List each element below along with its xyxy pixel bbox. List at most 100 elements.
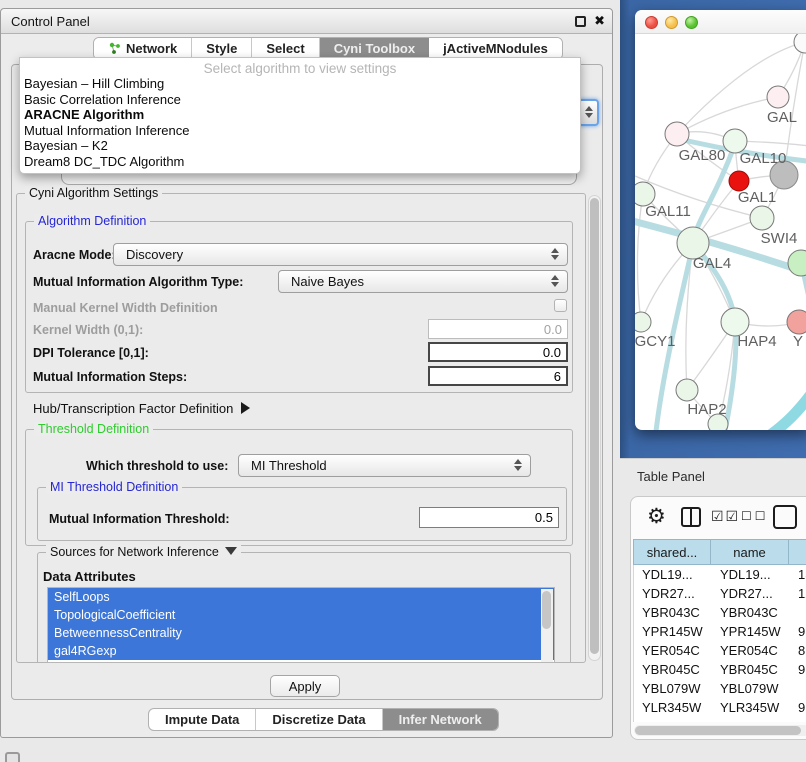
app-root: GAL GAL80 GAL10 GAL1 GAL11 SWI4 GAL4 GCY… — [0, 0, 806, 762]
zoom-traffic-light-icon[interactable] — [685, 16, 698, 29]
deselect-checkboxes-icon[interactable]: ☐☐ — [741, 509, 769, 523]
taskbar-cut-icon[interactable] — [5, 752, 20, 762]
label-gal80: GAL80 — [679, 147, 726, 164]
kernel-width-input[interactable] — [428, 319, 568, 339]
node-gal80[interactable] — [665, 122, 689, 146]
network-graph-canvas[interactable]: GAL GAL80 GAL10 GAL1 GAL11 SWI4 GAL4 GCY… — [635, 34, 806, 430]
which-threshold-select[interactable]: MI Threshold — [238, 454, 531, 477]
network-view-window[interactable]: GAL GAL80 GAL10 GAL1 GAL11 SWI4 GAL4 GCY… — [635, 10, 806, 430]
node-hap4[interactable] — [721, 308, 749, 336]
dpi-tolerance-input[interactable] — [428, 342, 568, 362]
tab-style[interactable]: Style — [192, 38, 252, 59]
manual-kernel-width-checkbox[interactable] — [554, 299, 567, 312]
list-item-selected[interactable]: TopologicalCoefficient — [48, 606, 554, 624]
gear-icon[interactable]: ⚙ — [647, 503, 666, 531]
tab-network[interactable]: Network — [94, 38, 192, 59]
mi-algorithm-type-select[interactable]: Naive Bayes — [278, 270, 568, 293]
hub-transcription-section-toggle[interactable]: Hub/Transcription Factor Definition — [33, 401, 250, 416]
table-panel-title: Table Panel — [637, 469, 705, 484]
dpi-tolerance-label: DPI Tolerance [0,1]: — [33, 346, 149, 360]
data-attributes-list[interactable]: SelfLoops TopologicalCoefficient Between… — [47, 587, 555, 663]
select-all-checkboxes-icon[interactable]: ☑☑ — [711, 508, 740, 525]
table-panel: ⚙ ☑☑ ☐☐ shared... name A YDL19...YDL19..… — [630, 496, 806, 740]
columns-icon[interactable] — [681, 507, 701, 527]
list-vertical-scrollbar[interactable] — [541, 589, 553, 663]
label-gal10: GAL10 — [740, 150, 787, 167]
list-item-selected[interactable]: SelfLoops — [48, 588, 554, 606]
node-swi4[interactable] — [750, 206, 774, 230]
control-panel-titlebar: Control Panel ✖ — [1, 9, 612, 34]
table-row[interactable]: YPR145WYPR145W9. — [634, 622, 806, 641]
node-gcy1[interactable] — [635, 312, 651, 332]
dropdown-item[interactable]: Basic Correlation Inference — [20, 92, 580, 108]
sources-group-title[interactable]: Sources for Network Inference — [46, 545, 241, 559]
float-window-icon[interactable] — [575, 16, 586, 27]
label-hap2: HAP2 — [687, 401, 726, 418]
node-gal1[interactable] — [729, 171, 749, 191]
table-row[interactable]: YER054CYER054C8. — [634, 641, 806, 660]
table-row[interactable]: YIL052CYIL052C0 — [634, 717, 806, 722]
network-desktop-background: GAL GAL80 GAL10 GAL1 GAL11 SWI4 GAL4 GCY… — [620, 0, 806, 458]
column-header-name[interactable]: name — [711, 539, 789, 565]
label-hap4: HAP4 — [737, 333, 776, 350]
kernel-width-label: Kernel Width (0,1): — [33, 323, 143, 337]
settings-vertical-scrollbar[interactable] — [588, 195, 601, 661]
list-item-selected[interactable]: BetweennessCentrality — [48, 624, 554, 642]
scrollbar-thumb[interactable] — [635, 726, 801, 735]
mi-steps-input[interactable] — [428, 366, 568, 386]
apply-button[interactable]: Apply — [270, 675, 340, 697]
settings-group-title: Cyni Algorithm Settings — [25, 186, 162, 200]
tab-select[interactable]: Select — [252, 38, 319, 59]
table-row[interactable]: YDR27...YDR27...12 — [634, 584, 806, 603]
table-row[interactable]: YBR043CYBR043C — [634, 603, 806, 622]
combobox-arrows-icon — [551, 275, 559, 287]
combobox-arrows-icon — [551, 248, 559, 260]
table-toolbar: ⚙ ☑☑ ☐☐ — [631, 503, 806, 533]
column-header-shared-name[interactable]: shared... — [633, 539, 711, 565]
tab-cyni-toolbox[interactable]: Cyni Toolbox — [320, 38, 429, 59]
mi-steps-label: Mutual Information Steps: — [33, 370, 187, 384]
table-panel-titlebar: Table Panel — [620, 458, 806, 494]
close-traffic-light-icon[interactable] — [645, 16, 658, 29]
tab-jactivemnodules[interactable]: jActiveMNodules — [429, 38, 562, 59]
close-panel-icon[interactable]: ✖ — [594, 13, 605, 29]
label-gal11: GAL11 — [645, 203, 691, 220]
combobox-arrows-icon — [514, 459, 522, 471]
mi-threshold-label: Mutual Information Threshold: — [49, 512, 230, 526]
dropdown-item[interactable]: Bayesian – K2 — [20, 138, 580, 154]
table-function-icon[interactable] — [773, 505, 797, 529]
scrollbar-thumb[interactable] — [542, 591, 551, 629]
label-gal1: GAL1 — [738, 189, 776, 206]
threshold-definition-title: Threshold Definition — [34, 422, 153, 436]
algorithm-definition-title: Algorithm Definition — [34, 214, 150, 228]
column-header-cut[interactable]: A — [789, 539, 806, 565]
scrollbar-thumb[interactable] — [590, 198, 599, 654]
tab-infer-network[interactable]: Infer Network — [383, 709, 498, 730]
table-horizontal-scrollbar[interactable] — [634, 725, 806, 736]
node-salmon[interactable] — [787, 310, 806, 334]
aracne-mode-select[interactable]: Discovery — [113, 243, 568, 266]
dropdown-item[interactable]: Bayesian – Hill Climbing — [20, 76, 580, 92]
dropdown-item[interactable]: Dream8 DC_TDC Algorithm — [20, 154, 580, 170]
aracne-mode-label: Aracne Mode: — [33, 248, 116, 262]
control-panel-window: Control Panel ✖ Network Style Select Cyn… — [0, 8, 613, 738]
table-row[interactable]: YLR345WYLR345W9. — [634, 698, 806, 717]
list-item-selected[interactable]: gal4RGexp — [48, 642, 554, 660]
dropdown-item[interactable]: Mutual Information Inference — [20, 123, 580, 139]
dropdown-item-highlighted[interactable]: ARACNE Algorithm — [20, 107, 580, 123]
minimize-traffic-light-icon[interactable] — [665, 16, 678, 29]
node-cut-top[interactable] — [794, 34, 806, 53]
table-body: YDL19...YDL19...13 YDR27...YDR27...12 YB… — [633, 565, 806, 722]
label-y-cut: Y — [793, 333, 803, 350]
algorithm-combobox-button[interactable] — [578, 99, 599, 126]
node-green-right[interactable] — [788, 250, 806, 276]
node-hap2[interactable] — [676, 379, 698, 401]
table-row[interactable]: YBL079WYBL079W — [634, 679, 806, 698]
node-gal-cut[interactable] — [767, 86, 789, 108]
tab-impute-data[interactable]: Impute Data — [149, 709, 256, 730]
table-row[interactable]: YBR045CYBR045C9. — [634, 660, 806, 679]
mi-threshold-input[interactable] — [419, 507, 559, 528]
table-row[interactable]: YDL19...YDL19...13 — [634, 565, 806, 584]
mi-algorithm-type-label: Mutual Information Algorithm Type: — [33, 275, 243, 289]
tab-discretize-data[interactable]: Discretize Data — [256, 709, 382, 730]
